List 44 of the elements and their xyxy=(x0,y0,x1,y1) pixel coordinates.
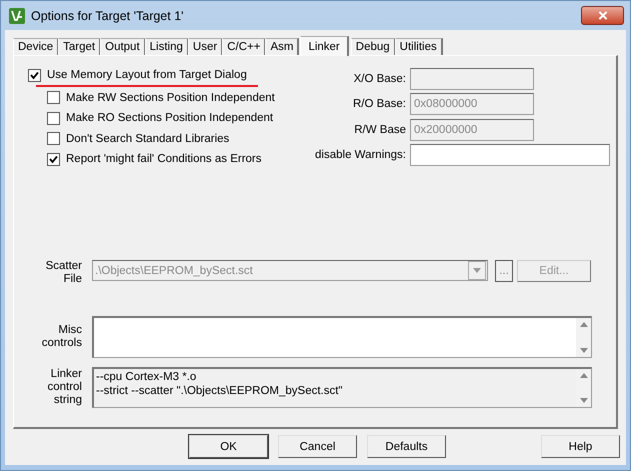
checkbox-label: Use Memory Layout from Target Dialog xyxy=(47,69,247,82)
checkbox-label: Make RO Sections Position Independent xyxy=(66,112,274,124)
field-label: disable Warnings: xyxy=(314,149,407,162)
tab[interactable]: User xyxy=(188,38,224,55)
tab[interactable]: Target xyxy=(58,38,102,55)
scroll-down-icon xyxy=(580,398,588,403)
caret-icon xyxy=(473,268,481,273)
checkbox-label: Make RW Sections Position Independent xyxy=(66,92,275,104)
checkbox[interactable] xyxy=(47,152,60,166)
input-field[interactable] xyxy=(410,144,610,166)
dialog-button[interactable]: Cancel xyxy=(278,435,357,458)
close-icon xyxy=(598,11,608,20)
tab[interactable]: Utilities xyxy=(394,38,443,55)
tab[interactable]: Debug xyxy=(350,38,396,55)
dialog-button[interactable]: Help xyxy=(541,435,620,458)
dialog-button[interactable]: OK xyxy=(189,435,268,458)
window-title: Options for Target 'Target 1' xyxy=(31,8,185,22)
tab[interactable]: Linker xyxy=(300,36,349,56)
tab[interactable]: Device xyxy=(13,38,60,55)
field-label: Misc controls xyxy=(40,324,82,350)
close-button[interactable] xyxy=(581,6,624,25)
checkbox-label: Don't Search Standard Libraries xyxy=(66,132,230,145)
checkbox[interactable] xyxy=(47,112,60,125)
tab[interactable]: Listing xyxy=(144,38,189,55)
tab[interactable]: C/C++ xyxy=(222,38,266,55)
field-label: R/O Base: xyxy=(352,98,407,110)
linker-option-line: --cpu Cortex-M3 *.o xyxy=(96,370,198,384)
misc-controls-field[interactable] xyxy=(92,316,592,358)
checkbox-label: Report 'might fail' Conditions as Errors xyxy=(66,153,262,166)
linker-option-line: --strict --scatter ".\Objects\EEPROM_bySect.sct" xyxy=(96,384,344,398)
scroll-up-icon xyxy=(580,322,588,327)
field-label: Linker control string xyxy=(46,368,82,407)
field-label: R/W Base xyxy=(353,124,407,136)
checkbox[interactable] xyxy=(47,91,60,104)
field-label: X/O Base: xyxy=(352,72,407,85)
checkbox[interactable] xyxy=(28,68,41,82)
tab[interactable]: Asm xyxy=(265,38,300,55)
field-label: Scatter File xyxy=(44,260,82,286)
scroll-up-icon xyxy=(580,373,588,378)
dialog-button[interactable]: Defaults xyxy=(367,435,446,458)
tab[interactable]: Output xyxy=(100,38,146,55)
app-logo-icon xyxy=(9,8,25,24)
scroll-down-icon xyxy=(580,348,588,353)
checkbox[interactable] xyxy=(47,132,60,146)
